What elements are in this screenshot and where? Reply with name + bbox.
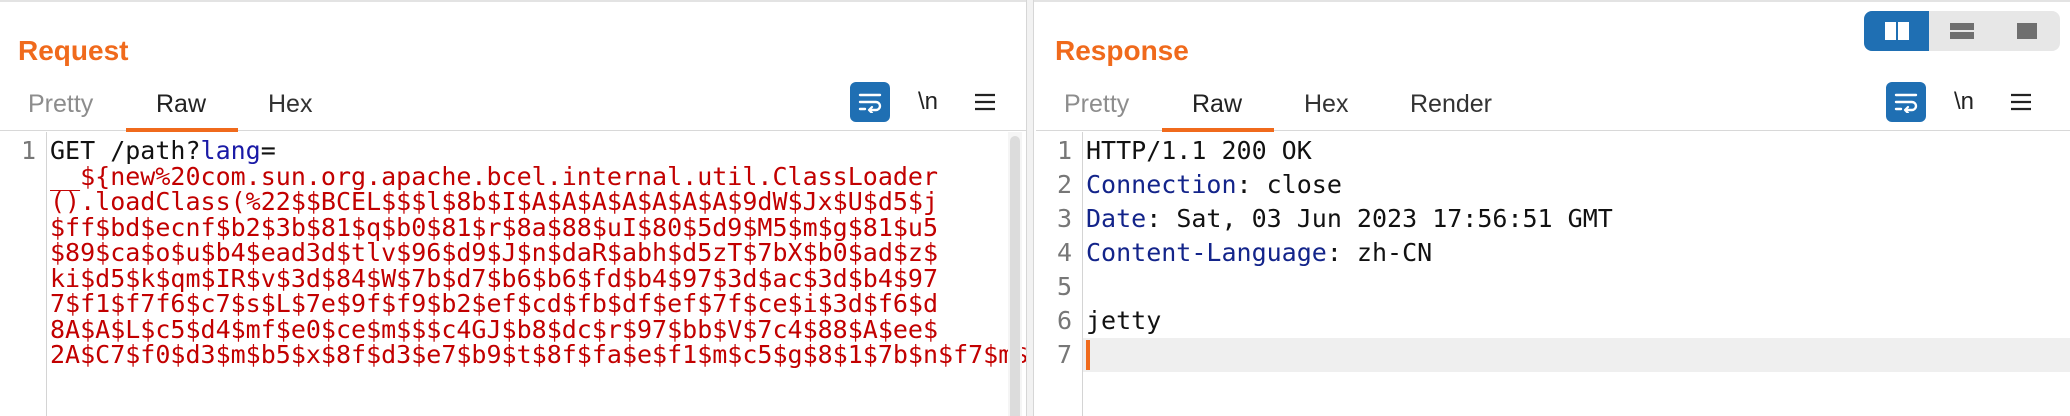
request-tabbar: Pretty Raw Hex \n: [0, 82, 1026, 132]
request-pane: Request Pretty Raw Hex \n 1 GET /path?la…: [0, 0, 1026, 416]
request-menu-button[interactable]: [965, 82, 1005, 122]
request-gutter: 1: [0, 132, 47, 416]
code-line: 2A$C7$f0$d3$m$b5$x$8f$d3$e7$b9$t$8f$fa$e…: [50, 338, 1026, 372]
hamburger-menu-icon: [2011, 93, 2031, 111]
request-title: Request: [18, 35, 129, 66]
single-pane-icon: [2016, 23, 2037, 39]
current-line-highlight: [1083, 338, 2070, 372]
response-gutter: 1 2 3 4 5 6 7: [1036, 132, 1083, 416]
tab-raw[interactable]: Raw: [1192, 90, 1242, 119]
pane-divider[interactable]: [1026, 0, 1034, 416]
split-vertical-icon: [1949, 23, 1974, 39]
layout-split-horizontal-button[interactable]: [1864, 11, 1929, 51]
code-token: : Sat, 03 Jun 2023 17:56:51 GMT: [1146, 204, 1613, 233]
word-wrap-icon: [858, 93, 882, 113]
code-token: jetty: [1086, 306, 1162, 335]
line-number: 5: [1056, 272, 1072, 301]
hamburger-menu-icon: [975, 93, 995, 111]
code-line: jetty: [1086, 304, 1161, 338]
split-horizontal-icon: [1884, 22, 1909, 40]
tab-pretty[interactable]: Pretty: [28, 90, 93, 119]
code-line: Content-Language: zh-CN: [1086, 236, 1432, 270]
show-newlines-button[interactable]: \n: [1944, 82, 1984, 122]
line-number: 3: [1056, 204, 1072, 233]
response-menu-button[interactable]: [2001, 82, 2041, 122]
code-token: Content-Language: [1086, 238, 1327, 267]
request-scrollbar-thumb[interactable]: [1010, 136, 1020, 416]
code-token: 2A$C7$f0$d3$m$b5$x$8f$d3$e7$b9$t$8f$fa$e…: [50, 340, 1026, 369]
code-token: : zh-CN: [1326, 238, 1433, 267]
code-token: Connection: [1086, 170, 1237, 199]
tab-pretty[interactable]: Pretty: [1064, 90, 1129, 119]
code-line: Connection: close: [1086, 168, 1342, 202]
line-number: 7: [1056, 340, 1072, 369]
show-newlines-button[interactable]: \n: [908, 82, 948, 122]
response-title: Response: [1055, 35, 1189, 66]
line-number: 1: [1056, 136, 1072, 165]
word-wrap-button[interactable]: [1886, 82, 1926, 122]
code-line: Date: Sat, 03 Jun 2023 17:56:51 GMT: [1086, 202, 1613, 236]
code-token: : close: [1236, 170, 1342, 199]
tab-raw[interactable]: Raw: [156, 90, 206, 119]
word-wrap-icon: [1894, 93, 1918, 113]
layout-split-vertical-button[interactable]: [1929, 11, 1994, 51]
line-number: 1: [20, 136, 36, 165]
code-token: HTTP/1.1 200 OK: [1086, 136, 1312, 165]
line-number: 2: [1056, 170, 1072, 199]
line-number: 4: [1056, 238, 1072, 267]
response-tabbar: Pretty Raw Hex Render \n: [1036, 82, 2070, 132]
code-line: HTTP/1.1 200 OK: [1086, 134, 1312, 168]
response-pane: Response Pretty Raw Hex Render \n 1 2 3 …: [1036, 0, 2070, 416]
text-caret: [1086, 340, 1090, 370]
layout-single-pane-button[interactable]: [1994, 11, 2059, 51]
layout-toggle: [1864, 11, 2060, 51]
code-token: Date: [1086, 204, 1147, 233]
line-number: 6: [1056, 306, 1072, 335]
word-wrap-button[interactable]: [850, 82, 890, 122]
tab-hex[interactable]: Hex: [268, 90, 312, 119]
tab-hex[interactable]: Hex: [1304, 90, 1348, 119]
response-editor[interactable]: 1 2 3 4 5 6 7 HTTP/1.1 200 OK Connection:…: [1036, 132, 2070, 416]
request-editor[interactable]: 1 GET /path?lang= __${new%20com.sun.org.a…: [0, 132, 1026, 416]
tab-render[interactable]: Render: [1410, 90, 1492, 119]
